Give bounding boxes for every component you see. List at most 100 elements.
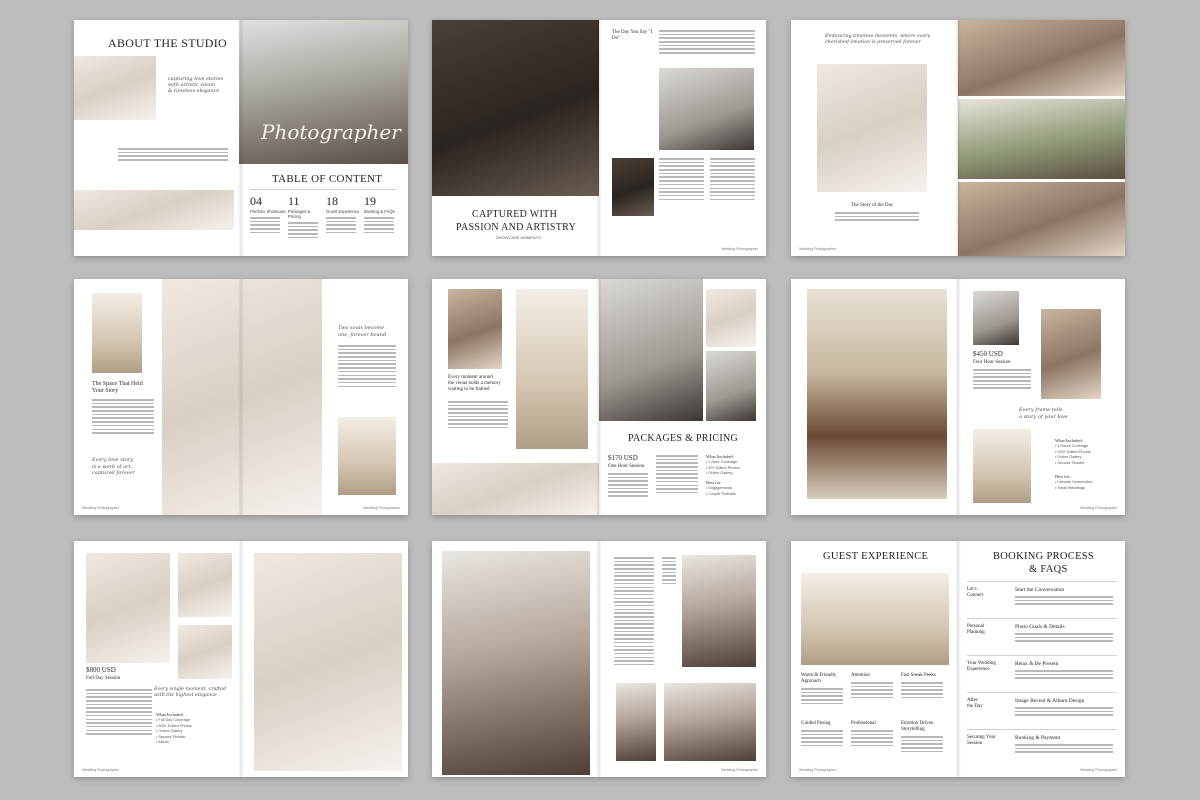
story-body	[835, 212, 919, 223]
toc-list: 04 Portfolio Showcase 11 Packages & Pricing…	[250, 194, 400, 244]
spread-packages[interactable]: Every moment around the venue holds a me…	[432, 279, 766, 515]
bride-portrait-photo	[706, 289, 756, 347]
feature-label: Professional	[851, 721, 876, 726]
list-item: • Second Shooter	[1055, 460, 1085, 465]
package-body-2	[656, 455, 698, 496]
groom-portrait-photo	[973, 291, 1019, 345]
feature-item: Guided Posing	[801, 721, 847, 748]
spread-captured[interactable]: CAPTURED WITH PASSION AND ARTISTRY SHOWC…	[432, 20, 766, 256]
venue-hall-photo	[338, 417, 396, 495]
feature-label: Guided Posing	[801, 721, 831, 726]
step-body	[1015, 707, 1113, 718]
spread-full-day[interactable]: $800 USD Full Day Session Every single m…	[74, 541, 408, 777]
booking-step: Let's Connect Start the Conversation	[967, 581, 1117, 617]
hug-photo	[706, 351, 756, 421]
about-heading: ABOUT THE STUDIO	[108, 36, 228, 50]
booking-heading-2: & FAQS	[1029, 564, 1068, 575]
step-body	[1015, 633, 1113, 644]
s7-script-caption: Every single moment, crafted with the hi…	[154, 687, 226, 698]
included-list: • 1 Hour Coverage • 50+ Edited Photos • On…	[706, 460, 740, 477]
couple-hands-photo	[432, 463, 599, 515]
package-session: One Hour Session	[608, 464, 645, 469]
step-title: Booking & Payment	[1015, 735, 1061, 741]
photographer-script: Photographer	[261, 120, 401, 144]
toc-entry[interactable]: 11 Packages & Pricing	[288, 194, 324, 240]
winter-couple-photo	[442, 551, 590, 775]
toc-number: 04	[250, 194, 262, 208]
step-title: Relax & Be Present	[1015, 661, 1059, 667]
list-item: • Couple Portraits	[706, 491, 736, 496]
hands-bw-photo	[612, 158, 654, 216]
feature-label: Attention	[851, 673, 870, 678]
reception-hall-photo	[801, 573, 949, 665]
groom-solo-photo	[178, 625, 232, 679]
s6-included-title: What Included:	[1055, 438, 1083, 443]
step-title: Start the Conversation	[1015, 587, 1065, 593]
s7-body	[86, 689, 152, 737]
packages-intro-body	[448, 401, 508, 431]
bridesmaids-photo	[958, 20, 1125, 96]
bride-champagne-photo	[432, 20, 599, 196]
doorway-couple-photo	[807, 289, 947, 499]
couple-veil-photo	[817, 64, 927, 192]
bride-door-photo	[448, 289, 502, 369]
packages-intro: Every moment around the venue holds a me…	[448, 375, 501, 392]
booking-step: Your Wedding Experience Relax & Be Presen…	[967, 655, 1117, 691]
spread-story-of-day[interactable]: Embracing timeless moments, where every …	[791, 20, 1125, 256]
package-price: $170 USD	[608, 454, 638, 462]
quote-body	[659, 30, 755, 56]
toc-entry-body	[288, 222, 318, 239]
included-title: What Included:	[706, 454, 734, 459]
footer-left: Wedding Photographer	[799, 767, 836, 772]
feature-body	[851, 682, 893, 699]
space-title: The Space That Held Your Story	[92, 381, 143, 394]
toc-entry[interactable]: 18 Guest Experience	[326, 194, 362, 235]
spread-about-studio[interactable]: ABOUT THE STUDIO capturing love stories …	[74, 20, 408, 256]
footer-right: Wedding Photographer	[363, 505, 400, 510]
step-label: Let's Connect	[967, 587, 984, 598]
rings-photo	[74, 190, 234, 230]
feature-body	[851, 730, 893, 747]
step-title: Image Reveal & Album Design	[1015, 698, 1085, 704]
couple-studio-photo	[86, 553, 170, 663]
step-title: Photo Goals & Details	[1015, 624, 1065, 630]
s6-best-list: • Intimate Ceremonies • Small Weddings	[1055, 480, 1092, 491]
story-title: The Story of the Day	[851, 203, 894, 208]
step-body	[1015, 670, 1113, 681]
footer-left: Wedding Photographer	[82, 505, 119, 510]
list-item: • Intimate Ceremonies	[1055, 480, 1093, 484]
toc-label: Portfolio Showcase	[250, 209, 286, 214]
best-list: • Engagements • Couple Portraits	[706, 486, 736, 497]
toc-entry-body	[364, 217, 394, 234]
spread-fold	[238, 541, 244, 777]
footer-right: Wedding Photographer	[721, 767, 758, 772]
spread-space[interactable]: The Space That Held Your Story Every lov…	[74, 279, 408, 515]
feature-body	[801, 688, 843, 705]
couple-embrace-photo	[162, 279, 322, 515]
toc-heading: TABLE OF CONTENT	[272, 173, 383, 185]
toc-entry[interactable]: 04 Portfolio Showcase	[250, 194, 286, 235]
guests-photo	[659, 68, 754, 150]
couple-bouquet-photo	[254, 553, 402, 771]
s7-included-title: What Included:	[156, 712, 184, 717]
s7-included-list: • Full Day Coverage • 500+ Edited Photos •…	[156, 718, 192, 746]
spread-fold	[596, 541, 602, 777]
spread-guest-booking[interactable]: GUEST EXPERIENCE Warm & Friendly Approac…	[791, 541, 1125, 777]
features-grid: Warm & Friendly Approach Attention Fast Sn…	[801, 673, 951, 769]
feature-body	[901, 736, 943, 753]
story-script-caption: Embracing timeless moments, where every …	[825, 34, 931, 45]
toc-entry[interactable]: 19 Booking & FAQs	[364, 194, 400, 235]
church-aisle-photo	[516, 289, 588, 449]
captured-heading-2: PASSION AND ARTISTRY	[456, 222, 577, 233]
feature-label: Fast Sneak Peeks	[901, 673, 936, 678]
about-script-caption: capturing love stories with artistic vis…	[168, 76, 224, 94]
feature-item: Emotion Driven Storytelling	[901, 721, 947, 754]
toc-label: Booking & FAQs	[364, 209, 395, 214]
step-label: Personal Planning	[967, 624, 985, 635]
spread-winter[interactable]: Wedding Photographer	[432, 541, 766, 777]
winter-small-photo-1	[616, 683, 656, 761]
winter-body-right	[662, 557, 676, 587]
feature-label: Warm & Friendly Approach	[801, 673, 837, 684]
spread-four-hour[interactable]: $450 USD Four Hour Session Every frame t…	[791, 279, 1125, 515]
captured-body-right	[710, 158, 755, 202]
